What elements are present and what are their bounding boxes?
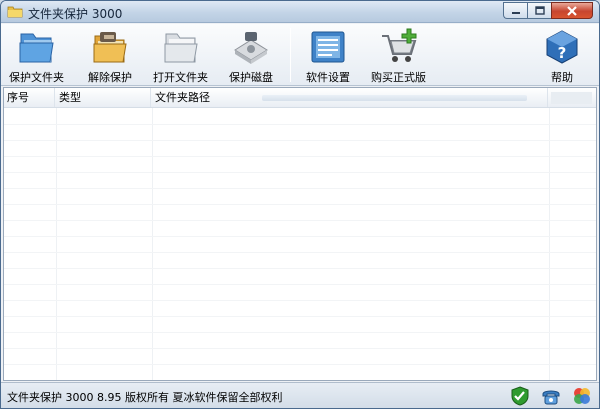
protect-disk-label: 保护磁盘 — [229, 71, 273, 84]
grid-row-line — [4, 348, 596, 349]
protect-folder-label: 保护文件夹 — [9, 71, 64, 84]
open-folder-icon — [164, 33, 198, 62]
software-settings-button[interactable]: 软件设置 — [306, 27, 350, 85]
grid-row-line — [4, 268, 596, 269]
maximize-button[interactable] — [527, 2, 551, 19]
protect-folder-button[interactable]: 保护文件夹 — [9, 27, 64, 85]
open-folder-label: 打开文件夹 — [153, 71, 208, 84]
window-title: 文件夹保护 3000 — [28, 7, 123, 21]
column-header-extra[interactable] — [549, 88, 596, 107]
settings-panel-icon — [311, 31, 345, 62]
grid-row-line — [4, 188, 596, 189]
grid-row-line — [4, 172, 596, 173]
svg-text:?: ? — [558, 44, 567, 62]
header-shade — [262, 95, 527, 101]
grid-row-line — [4, 156, 596, 157]
minimize-button[interactable] — [503, 2, 527, 19]
folder-icon — [7, 6, 23, 18]
list-header: 序号 类型 文件夹路径 — [4, 88, 596, 108]
toolbar-separator — [290, 28, 291, 82]
grid-column-line — [56, 108, 57, 380]
close-button[interactable] — [551, 2, 593, 19]
folder-unlock-icon — [93, 31, 127, 62]
disk-icon — [234, 31, 268, 64]
open-folder-button[interactable]: 打开文件夹 — [153, 27, 208, 85]
column-header-folder-path[interactable]: 文件夹路径 — [152, 88, 548, 107]
status-bar: 文件夹保护 3000 8.95 版权所有 夏冰软件保留全部权利 — [1, 382, 599, 408]
buy-full-version-label: 购买正式版 — [371, 71, 426, 84]
grid-row-line — [4, 300, 596, 301]
remove-protection-button[interactable]: 解除保护 — [88, 27, 132, 85]
grid-row-line — [4, 284, 596, 285]
grid-row-line — [4, 124, 596, 125]
color-wheel-icon[interactable] — [572, 386, 592, 406]
status-text: 文件夹保护 3000 8.95 版权所有 夏冰软件保留全部权利 — [7, 391, 283, 404]
protect-disk-button[interactable]: 保护磁盘 — [229, 27, 273, 85]
shield-check-icon[interactable] — [510, 386, 530, 406]
software-settings-label: 软件设置 — [306, 71, 350, 84]
grid-row-line — [4, 236, 596, 237]
grid-row-line — [4, 204, 596, 205]
help-button[interactable]: ? 帮助 — [540, 27, 584, 85]
column-header-index[interactable]: 序号 — [4, 88, 55, 107]
grid-row-line — [4, 140, 596, 141]
help-label: 帮助 — [551, 71, 573, 84]
shopping-cart-icon — [381, 28, 416, 62]
close-icon — [567, 5, 577, 16]
grid-column-line — [152, 108, 153, 380]
maximize-icon — [534, 6, 545, 15]
folder-list[interactable]: 序号 类型 文件夹路径 — [3, 87, 597, 381]
grid-row-line — [4, 220, 596, 221]
grid-row-line — [4, 332, 596, 333]
phone-icon[interactable] — [541, 386, 561, 406]
app-window: 文件夹保护 3000 保护文件夹 解除保护 打开文件夹 保护磁盘 软件设置 购买… — [0, 0, 600, 409]
window-controls — [503, 2, 593, 19]
minimize-icon — [511, 11, 520, 14]
column-header-type[interactable]: 类型 — [56, 88, 151, 107]
grid-row-line — [4, 364, 596, 365]
toolbar: 保护文件夹 解除保护 打开文件夹 保护磁盘 软件设置 购买正式版 ? 帮助 — [1, 24, 599, 86]
grid-row-line — [4, 316, 596, 317]
grid-column-line — [549, 108, 550, 380]
help-icon: ? — [546, 29, 578, 64]
header-shade — [551, 92, 592, 104]
folder-icon — [19, 33, 54, 62]
remove-protection-label: 解除保护 — [88, 71, 132, 84]
grid-row-line — [4, 252, 596, 253]
list-body — [4, 108, 596, 380]
buy-full-version-button[interactable]: 购买正式版 — [371, 27, 426, 85]
title-bar[interactable]: 文件夹保护 3000 — [1, 1, 599, 23]
